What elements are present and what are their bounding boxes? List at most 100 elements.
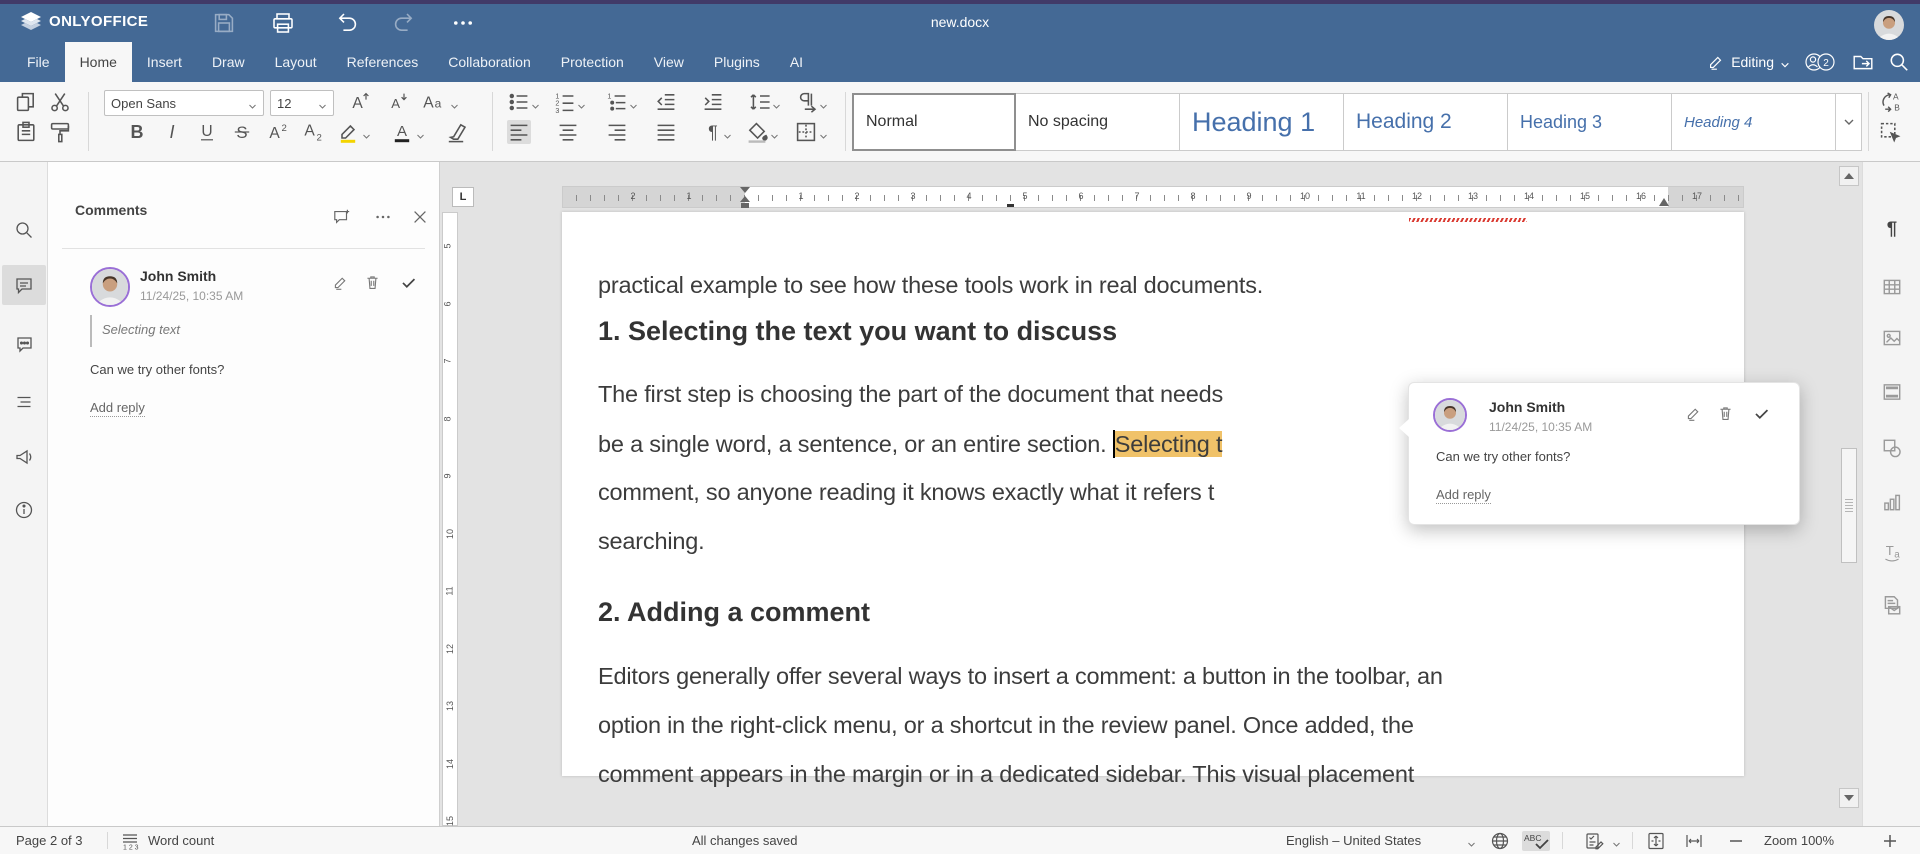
chevron-down-icon[interactable] [450,98,459,109]
menu-tab-insert[interactable]: Insert [132,42,197,82]
format-painter-icon[interactable] [48,120,72,144]
style-heading-2[interactable]: Heading 2 [1344,93,1508,151]
redo-icon[interactable] [392,11,416,35]
shading-icon[interactable] [745,120,769,144]
delete-comment-icon[interactable] [364,274,381,291]
menu-tab-draw[interactable]: Draw [197,42,260,82]
align-right-icon[interactable] [605,120,629,144]
chevron-down-icon[interactable] [819,98,828,109]
font-color-icon[interactable]: A [390,120,414,144]
chevron-down-icon[interactable] [577,98,586,109]
align-center-icon[interactable] [556,120,580,144]
document-heading[interactable]: 1. Selecting the text you want to discus… [598,316,1714,347]
zoom-out-button[interactable] [1726,831,1746,851]
style-no-spacing[interactable]: No spacing [1016,93,1180,151]
style-heading-4[interactable]: Heading 4 [1672,93,1836,151]
sidebar-item-search[interactable] [2,210,46,250]
hanging-indent-marker[interactable] [740,196,750,202]
word-count-label[interactable]: Word count [148,833,214,848]
vertical-scrollbar[interactable] [1838,162,1860,826]
track-changes-icon[interactable] [1584,831,1604,851]
document-paragraph-line[interactable]: option in the right-click menu, or a sho… [598,712,1714,739]
save-icon[interactable] [212,11,236,35]
nonprinting-icon[interactable]: ¶ [701,120,725,144]
style-heading-3[interactable]: Heading 3 [1508,93,1672,151]
menu-tab-layout[interactable]: Layout [260,42,332,82]
menu-tab-ai[interactable]: AI [775,42,818,82]
italic-icon[interactable]: I [160,120,184,144]
document-heading[interactable]: 2. Adding a comment [598,597,1714,628]
menu-tab-view[interactable]: View [639,42,699,82]
menu-tab-file[interactable]: File [12,42,65,82]
menu-tab-plugins[interactable]: Plugins [699,42,775,82]
chevron-down-icon[interactable] [629,98,638,109]
menu-tab-protection[interactable]: Protection [546,42,639,82]
settings-mailmerge[interactable] [1872,585,1912,625]
fit-width-icon[interactable] [1684,831,1704,851]
style-normal[interactable]: Normal [852,93,1016,151]
chevron-down-icon[interactable] [531,98,540,109]
bold-icon[interactable]: B [125,120,149,144]
settings-chart-settings[interactable] [1872,482,1912,522]
editing-mode-selector[interactable]: Editing [1707,53,1790,71]
align-left-icon[interactable] [507,120,531,144]
chevron-down-icon[interactable] [723,128,732,139]
users-count-badge[interactable]: 2 [1804,51,1838,73]
underline-icon[interactable]: U [195,120,219,144]
borders-icon[interactable] [794,120,818,144]
search-icon[interactable] [1888,51,1910,73]
settings-image-settings[interactable] [1872,318,1912,358]
copy-icon[interactable] [14,90,38,114]
chevron-down-icon[interactable] [819,128,828,139]
menu-tab-collaboration[interactable]: Collaboration [433,42,546,82]
multilevel-icon[interactable]: 1 [605,90,629,114]
para-direction-icon[interactable] [794,90,818,114]
close-panel-icon[interactable] [411,208,429,226]
sidebar-item-about[interactable] [2,490,46,530]
clear-style-icon[interactable] [444,120,468,144]
highlight-color-icon[interactable] [336,120,360,144]
page-indicator[interactable]: Page 2 of 3 [16,833,83,848]
more-icon[interactable] [451,11,475,35]
settings-shape-settings[interactable] [1872,428,1912,468]
numbering-icon[interactable]: 123 [553,90,577,114]
open-file-location-icon[interactable] [1852,51,1874,73]
cut-icon[interactable] [48,90,72,114]
horizontal-ruler[interactable]: 2 1 1 2 3 4 5 6 7 8 9 10 11 12 13 14 15 16 17 [562,186,1744,208]
chevron-down-icon[interactable] [770,128,779,139]
first-line-indent-marker[interactable] [740,187,750,193]
add-reply-link[interactable]: Add reply [90,400,145,417]
settings-headerfooter-settings[interactable] [1872,372,1912,412]
select-all-icon[interactable] [1878,120,1902,144]
chevron-down-icon[interactable] [772,98,781,109]
comment-highlighted-text[interactable]: Selecting t [1114,431,1222,457]
resolve-comment-icon[interactable] [1753,405,1770,422]
style-heading-1[interactable]: Heading 1 [1180,93,1344,151]
style-gallery-more-button[interactable] [1836,93,1862,151]
resolve-comment-icon[interactable] [400,274,417,291]
delete-comment-icon[interactable] [1717,405,1734,422]
strikeout-icon[interactable]: S [230,120,254,144]
document-paragraph-line[interactable]: Editors generally offer several ways to … [598,663,1714,690]
chevron-down-icon[interactable] [362,128,371,139]
comments-more-icon[interactable] [374,208,392,226]
right-indent-marker[interactable] [1659,198,1669,206]
add-comment-icon[interactable] [333,208,351,226]
document-paragraph-line[interactable]: practical example to see how these tools… [598,272,1714,299]
scroll-up-button[interactable] [1839,166,1859,186]
document-paragraph-line[interactable]: searching. [598,528,1714,555]
paste-icon[interactable] [14,120,38,144]
outdent-icon[interactable] [654,90,678,114]
language-selector[interactable]: English – United States [1286,833,1421,848]
sidebar-item-navigation[interactable] [2,382,46,422]
zoom-in-button[interactable] [1880,831,1900,851]
align-justify-icon[interactable] [654,120,678,144]
sidebar-item-chat[interactable] [2,324,46,364]
sidebar-item-comments[interactable] [2,265,46,305]
spellcheck-icon[interactable]: ABC [1522,831,1550,851]
tab-stop-selector[interactable]: L [452,187,474,207]
document-paragraph-line[interactable]: comment appears in the margin or in a de… [598,761,1714,788]
left-indent-marker[interactable] [741,203,749,208]
fit-page-icon[interactable] [1646,831,1666,851]
settings-textart-settings[interactable]: Ta [1872,533,1912,573]
